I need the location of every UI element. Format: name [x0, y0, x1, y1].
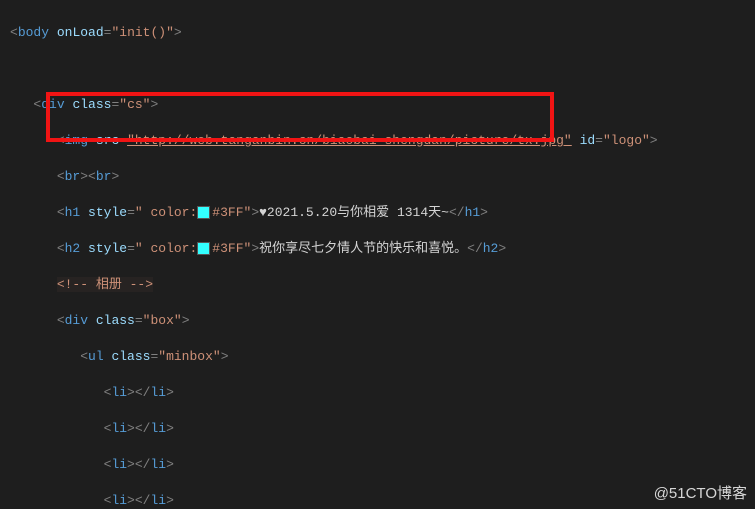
folded-comment: <!-- 相册 --> [57, 277, 153, 292]
tag-ul: ul [88, 349, 104, 364]
tag-h2: h2 [65, 241, 81, 256]
tag-div-cs: div [41, 97, 64, 112]
tag-h1: h1 [65, 205, 81, 220]
tag-div-box: div [65, 313, 88, 328]
tag-body: body [18, 25, 49, 40]
watermark: @51CTO博客 [654, 482, 747, 503]
color-swatch-icon [197, 242, 210, 255]
color-swatch-icon [197, 206, 210, 219]
tag-img: img [65, 133, 88, 148]
code-editor[interactable]: <body onLoad="init()"> <div class="cs"> … [0, 0, 755, 509]
